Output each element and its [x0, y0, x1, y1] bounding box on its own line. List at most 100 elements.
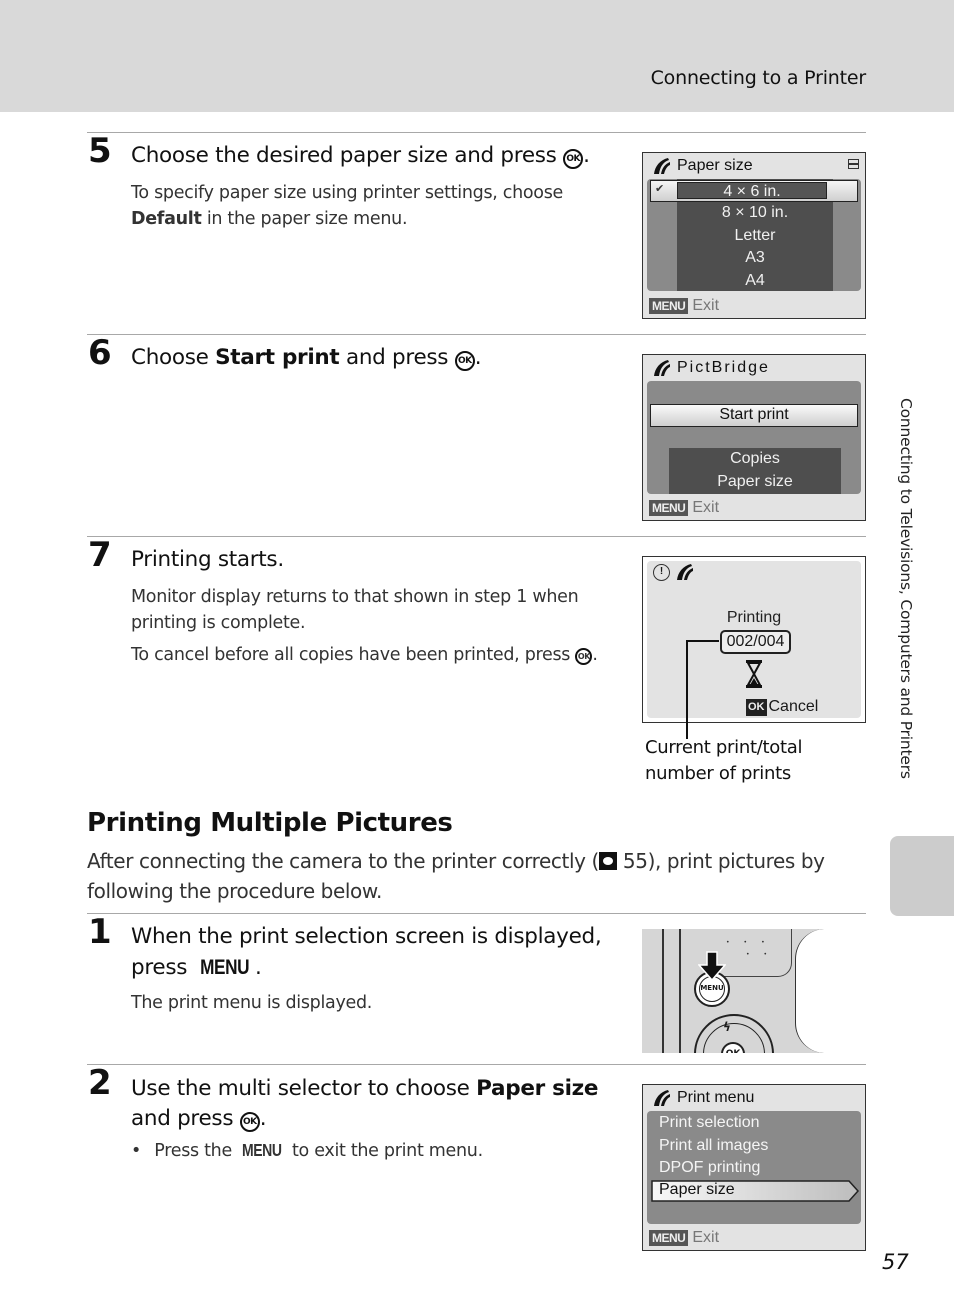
section-intro: After connecting the camera to the print… [87, 846, 847, 906]
cross-reference-icon [598, 852, 617, 870]
flash-icon: ϟ [723, 1020, 731, 1034]
exit-hint: MENU Exit [649, 297, 719, 315]
printing-status: Printing [726, 609, 782, 626]
page-number: 57 [882, 1250, 909, 1274]
body-text: To specify paper size using printer sett… [131, 183, 563, 203]
menu-item-print-selection[interactable]: Print selection [659, 1112, 768, 1135]
battery-icon [848, 159, 859, 169]
exit-hint: MENU Exit [649, 499, 719, 517]
cancel-label: Cancel [768, 698, 819, 715]
camera-screen-pictbridge: PictBridge Start print Copies Paper size… [642, 354, 866, 521]
list-item[interactable]: Letter [677, 225, 833, 248]
intro-text: After connecting the camera to the print… [87, 849, 599, 873]
menu-button-icon: MENU [649, 1230, 689, 1246]
list-item[interactable]: Paper size [669, 471, 841, 494]
body-text: in the paper size menu. [206, 209, 408, 229]
ok-button-icon: OK [563, 149, 584, 169]
selected-item-label: 4 × 6 in. [677, 182, 827, 200]
divider [87, 334, 866, 335]
pictbridge-list: Copies Paper size [669, 448, 841, 494]
press-arrow-icon [698, 951, 726, 981]
check-icon: ✔ [655, 183, 665, 195]
menu-key-icon: MENU [199, 955, 249, 979]
menu-item-print-all-images[interactable]: Print all images [659, 1135, 768, 1158]
bullet-icon: • [131, 1141, 142, 1161]
pictbridge-icon [677, 564, 693, 580]
divider [87, 913, 866, 914]
ok-button-icon: OK [239, 1112, 260, 1132]
menu-key-icon: MENU [242, 1140, 282, 1160]
ok-button-icon: OK [575, 648, 593, 665]
camera-edge-line [679, 929, 681, 1053]
step-heading-text: and press [131, 1106, 234, 1131]
ok-button-icon: OK [746, 698, 767, 716]
start-print-item[interactable]: Start print [650, 404, 858, 427]
list-item[interactable]: Copies [669, 448, 841, 471]
screen-title: Print menu [677, 1089, 755, 1106]
bullet-item: • Press the MENU to exit the print menu. [131, 1137, 483, 1164]
print-counter: 002/004 [720, 630, 791, 654]
exit-label: Exit [692, 297, 720, 314]
divider [87, 536, 866, 537]
exit-label: Exit [692, 1229, 720, 1246]
speaker-dots: ••• [726, 939, 779, 946]
section-title: Printing Multiple Pictures [87, 808, 453, 838]
step-heading-text: Choose [131, 345, 209, 370]
step-number: 1 [88, 912, 112, 952]
step-body: The print menu is displayed. [131, 993, 373, 1013]
callout-label: Current print/total number of prints [645, 737, 803, 784]
multi-selector[interactable]: ϟ OK [694, 1014, 774, 1053]
divider [87, 1064, 866, 1065]
step-heading: Use the multi selector to choose Paper s… [131, 1076, 599, 1132]
exit-hint: MENU Exit [649, 1229, 719, 1247]
camera-screen-paper-size: Paper size 8 × 10 in. Letter A3 A4 ✔ 4 ×… [642, 152, 866, 319]
step-heading-text: Use the multi selector to choose [131, 1076, 470, 1101]
pictbridge-icon [654, 1090, 670, 1106]
camera-grip [795, 929, 824, 1053]
screen-title: PictBridge [677, 359, 770, 376]
screen-title: Paper size [677, 157, 753, 174]
bullet-text: to exit the print menu. [292, 1141, 483, 1161]
camera-back-illustration: ••• •• MENU ϟ OK [642, 929, 824, 1053]
camera-screen-print-menu: Print menu Print selection Print all ima… [642, 1084, 866, 1251]
cancel-hint: OK Cancel [746, 698, 818, 716]
header-band [0, 0, 954, 112]
list-item[interactable]: A4 [677, 270, 833, 293]
step-number: 7 [88, 535, 112, 575]
pictbridge-icon [654, 158, 670, 174]
step-heading-bold: Paper size [476, 1076, 599, 1101]
camera-screen-printing: ! Printing 002/004 OK Cancel [642, 556, 866, 723]
page-reference-link[interactable]: 55 [623, 849, 648, 873]
list-item[interactable]: 8 × 10 in. [677, 202, 833, 225]
ok-button-icon: OK [454, 351, 475, 371]
warning-icon: ! [653, 564, 670, 581]
body-text: To cancel before all copies have been pr… [131, 645, 571, 665]
pictbridge-icon [654, 360, 670, 376]
print-menu-list: Print selection Print all images DPOF pr… [659, 1112, 768, 1180]
camera-edge-line [662, 929, 664, 1053]
step-heading: Printing starts. [131, 547, 284, 572]
chapter-thumb-tab [890, 836, 954, 916]
bullet-text: Press the [154, 1141, 232, 1161]
menu-item-paper-size[interactable]: Paper size [651, 1180, 859, 1202]
step-body: Monitor display returns to that shown in… [131, 587, 579, 633]
step-body: To cancel before all copies have been pr… [131, 645, 598, 665]
exit-label: Exit [692, 499, 720, 516]
step-heading: When the print selection screen is displ… [131, 924, 602, 980]
callout-leader-line [686, 640, 719, 739]
step-heading-text: Choose the desired paper size and press [131, 143, 557, 168]
step-number: 6 [88, 333, 112, 373]
chapter-side-label: Connecting to Televisions, Computers and… [897, 398, 915, 779]
list-item[interactable]: A3 [677, 247, 833, 270]
step-heading-bold: Start print [215, 345, 340, 370]
speaker-dots: •• [746, 951, 782, 958]
selected-item-bar[interactable]: ✔ 4 × 6 in. [650, 180, 858, 202]
hourglass-icon [746, 660, 762, 688]
step-heading: Choose the desired paper size and press … [131, 143, 590, 169]
selected-item-label: Paper size [659, 1181, 735, 1198]
body-bold-term: Default [131, 209, 202, 229]
divider [87, 132, 866, 133]
step-heading: Choose Start print and press OK. [131, 345, 482, 371]
menu-item-dpof-printing[interactable]: DPOF printing [659, 1157, 768, 1180]
menu-button-icon: MENU [649, 298, 689, 314]
